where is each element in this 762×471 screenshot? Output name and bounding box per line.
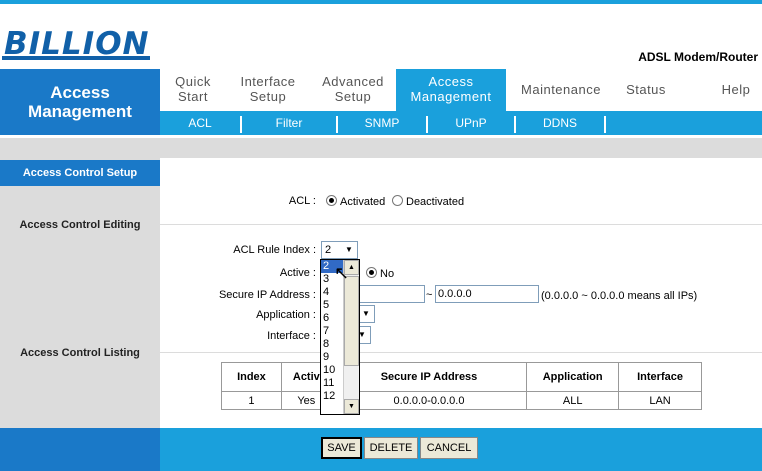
rule-index-label: ACL Rule Index :: [233, 244, 316, 256]
cell-interface: LAN: [618, 391, 702, 410]
rule-index-value: 2: [325, 244, 332, 256]
delete-button[interactable]: DELETE: [364, 437, 418, 459]
active-no-label: No: [380, 268, 395, 280]
nav-status[interactable]: Status: [616, 69, 676, 111]
application-label: Application :: [256, 309, 316, 321]
nav-help-label: Help: [721, 82, 751, 97]
acl-label: ACL :: [288, 195, 316, 207]
acl-deactivated-option[interactable]: Deactivated: [392, 195, 464, 208]
table-header-row: Index Activ Secure IP Address Applicatio…: [221, 362, 702, 392]
cancel-button[interactable]: CANCEL: [420, 437, 478, 459]
page-section-title-line1: Access: [50, 83, 110, 102]
acl-deactivated-radio[interactable]: [392, 195, 403, 206]
mouse-pointer-icon: ↖: [334, 263, 350, 283]
cell-application: ALL: [526, 391, 620, 410]
nav-interface-setup[interactable]: Interface Setup: [226, 69, 310, 111]
interface-label: Interface :: [267, 330, 316, 342]
nav-quick-start-line1: Quick: [175, 74, 211, 89]
secure-ip-end-input[interactable]: 0.0.0.0: [435, 285, 539, 303]
logo-underline: [2, 56, 150, 60]
active-label: Active :: [279, 267, 316, 279]
acl-activated-option[interactable]: Activated: [326, 195, 385, 208]
footer-left: [0, 428, 160, 471]
nav-help[interactable]: Help: [710, 69, 762, 111]
col-index: Index: [221, 362, 282, 392]
cell-secure-ip: 0.0.0.0-0.0.0.0: [330, 391, 528, 410]
secure-ip-tilde: ~: [426, 289, 433, 301]
product-name: ADSL Modem/Router: [638, 50, 758, 64]
cell-index: 1: [221, 391, 282, 410]
top-accent-bar: [0, 0, 762, 4]
nav-interface-setup-line1: Interface: [240, 74, 296, 89]
chevron-down-icon[interactable]: ▼: [359, 307, 373, 321]
col-secure-ip: Secure IP Address: [330, 362, 528, 392]
subnav-separator: [604, 116, 606, 133]
left-column: [0, 158, 160, 428]
chevron-down-icon[interactable]: ▼: [342, 243, 356, 257]
subnav-filter[interactable]: Filter: [242, 111, 336, 135]
scroll-down-icon[interactable]: ▼: [344, 399, 359, 414]
nav-status-label: Status: [626, 82, 666, 97]
section-title: Access Control Setup: [0, 160, 160, 186]
active-no-radio[interactable]: [366, 267, 377, 278]
subnav-upnp[interactable]: UPnP: [428, 111, 514, 135]
save-button[interactable]: SAVE: [321, 437, 362, 459]
sub-nav: ACL Filter SNMP UPnP DDNS: [160, 111, 762, 135]
divider: [160, 352, 762, 353]
nav-access-management-line1: Access: [428, 74, 474, 89]
col-interface: Interface: [618, 362, 702, 392]
nav-maintenance-label: Maintenance: [521, 82, 601, 97]
nav-quick-start[interactable]: Quick Start: [160, 69, 226, 111]
listing-label: Access Control Listing: [20, 347, 140, 359]
dropdown-scrollbar[interactable]: ▲ ▼: [343, 260, 359, 414]
nav-access-management[interactable]: Access Management: [396, 69, 506, 111]
subnav-acl[interactable]: ACL: [160, 111, 240, 135]
nav-advanced-setup[interactable]: Advanced Setup: [310, 69, 396, 111]
active-no-option[interactable]: No: [366, 267, 394, 280]
nav-quick-start-line2: Start: [178, 89, 208, 104]
main-nav: Quick Start Interface Setup Advanced Set…: [160, 69, 762, 111]
col-application: Application: [526, 362, 620, 392]
table-row: 1 Yes 0.0.0.0-0.0.0.0 ALL LAN: [221, 391, 702, 410]
nav-advanced-setup-line2: Setup: [334, 89, 372, 104]
nav-advanced-setup-line1: Advanced: [322, 74, 384, 89]
acl-deactivated-label: Deactivated: [406, 196, 465, 208]
nav-interface-setup-line2: Setup: [249, 89, 287, 104]
rule-index-select[interactable]: 2 ▼: [321, 241, 358, 259]
acl-activated-radio[interactable]: [326, 195, 337, 206]
page-section-title-line2: Management: [28, 102, 132, 121]
scrollbar-thumb[interactable]: [344, 276, 359, 366]
page-section-title: Access Management: [0, 69, 160, 135]
editing-label: Access Control Editing: [19, 219, 141, 231]
nav-access-management-line2: Management: [410, 89, 492, 104]
grey-band: [0, 138, 762, 158]
acl-activated-label: Activated: [340, 196, 386, 208]
nav-maintenance[interactable]: Maintenance: [506, 69, 616, 111]
acl-table: Index Activ Secure IP Address Applicatio…: [221, 362, 702, 410]
secure-ip-label: Secure IP Address :: [218, 289, 316, 301]
secure-ip-hint: (0.0.0.0 ~ 0.0.0.0 means all IPs): [541, 290, 698, 302]
subnav-snmp[interactable]: SNMP: [338, 111, 426, 135]
subnav-ddns[interactable]: DDNS: [516, 111, 604, 135]
divider: [160, 224, 762, 225]
